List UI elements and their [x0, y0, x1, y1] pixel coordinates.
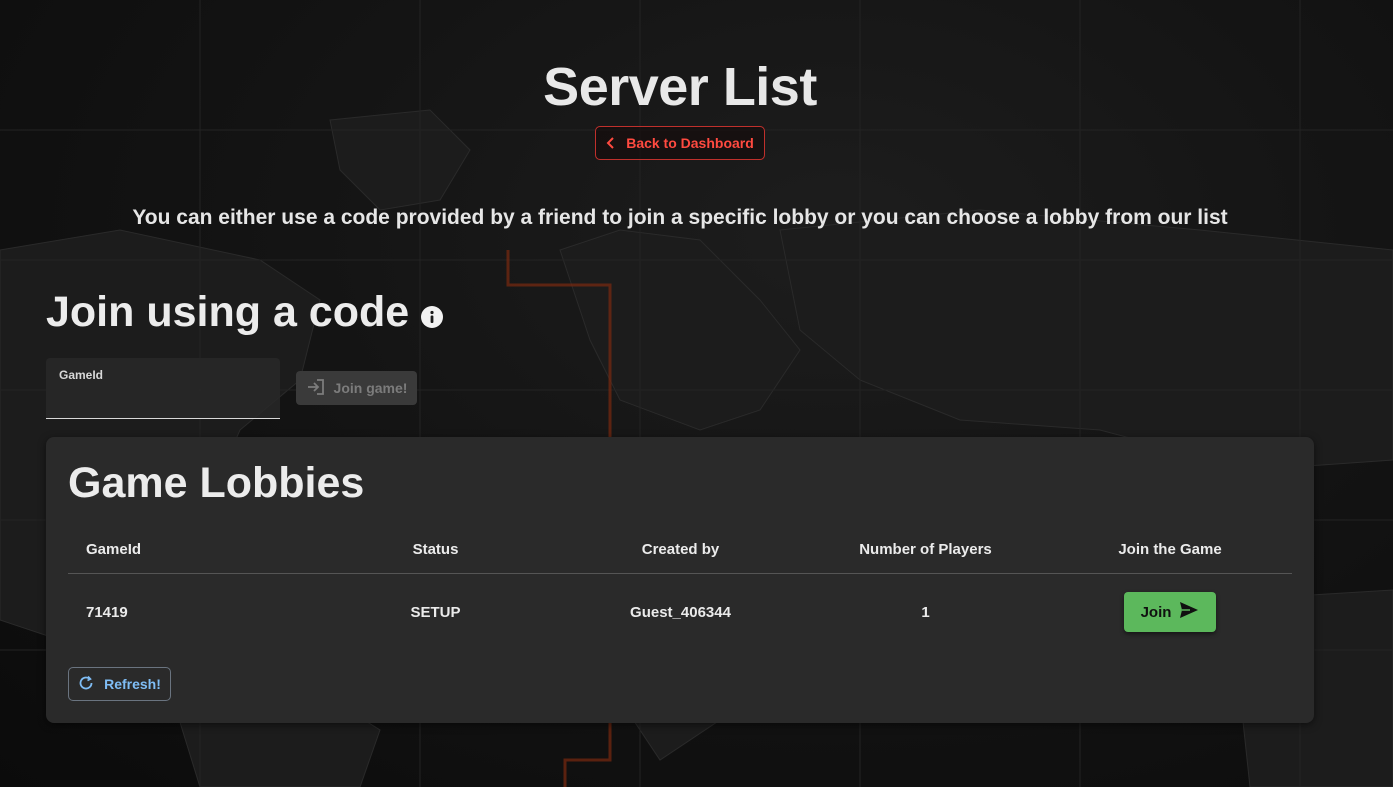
gameid-input[interactable]: [59, 388, 268, 412]
chevron-left-icon: [606, 137, 616, 149]
back-button-label: Back to Dashboard: [626, 135, 754, 151]
column-header-join: Join the Game: [1118, 540, 1222, 558]
join-lobby-button[interactable]: Join: [1124, 592, 1216, 632]
login-icon: [306, 378, 326, 399]
cell-players: 1: [921, 603, 930, 621]
lobbies-table: GameId Status Created by Number of Playe…: [68, 525, 1292, 650]
back-to-dashboard-button[interactable]: Back to Dashboard: [595, 126, 765, 160]
join-code-heading-text: Join using a code: [46, 288, 410, 336]
column-header-players: Number of Players: [859, 540, 992, 558]
gameid-field[interactable]: GameId: [46, 358, 280, 419]
refresh-button-label: Refresh!: [104, 676, 161, 692]
refresh-icon: [78, 675, 94, 694]
page-title: Server List: [543, 57, 817, 117]
cell-created-by: Guest_406344: [630, 603, 731, 621]
game-lobbies-card: Game Lobbies GameId Status Created by Nu…: [46, 437, 1314, 723]
game-lobbies-title: Game Lobbies: [68, 459, 365, 507]
join-code-heading: Join using a code: [46, 288, 444, 337]
intro-text: You can either use a code provided by a …: [132, 206, 1228, 229]
info-icon[interactable]: [421, 305, 444, 328]
cell-gameid: 71419: [86, 603, 128, 621]
join-game-button-label: Join game!: [333, 380, 408, 396]
join-lobby-button-label: Join: [1140, 603, 1172, 621]
table-row: 71419 SETUP Guest_406344 1 Join: [68, 574, 1292, 650]
column-header-gameid: GameId: [86, 540, 142, 558]
column-header-status: Status: [412, 540, 459, 558]
cell-status: SETUP: [410, 603, 461, 621]
table-header: GameId Status Created by Number of Playe…: [68, 525, 1292, 574]
join-game-button[interactable]: Join game!: [296, 371, 417, 405]
send-icon: [1179, 601, 1199, 623]
column-header-created-by: Created by: [641, 540, 720, 558]
gameid-field-label: GameId: [59, 368, 104, 382]
refresh-button[interactable]: Refresh!: [68, 667, 171, 701]
page-content: Server List Back to Dashboard You can ei…: [0, 0, 1393, 787]
cell-join: Join: [1048, 592, 1292, 632]
